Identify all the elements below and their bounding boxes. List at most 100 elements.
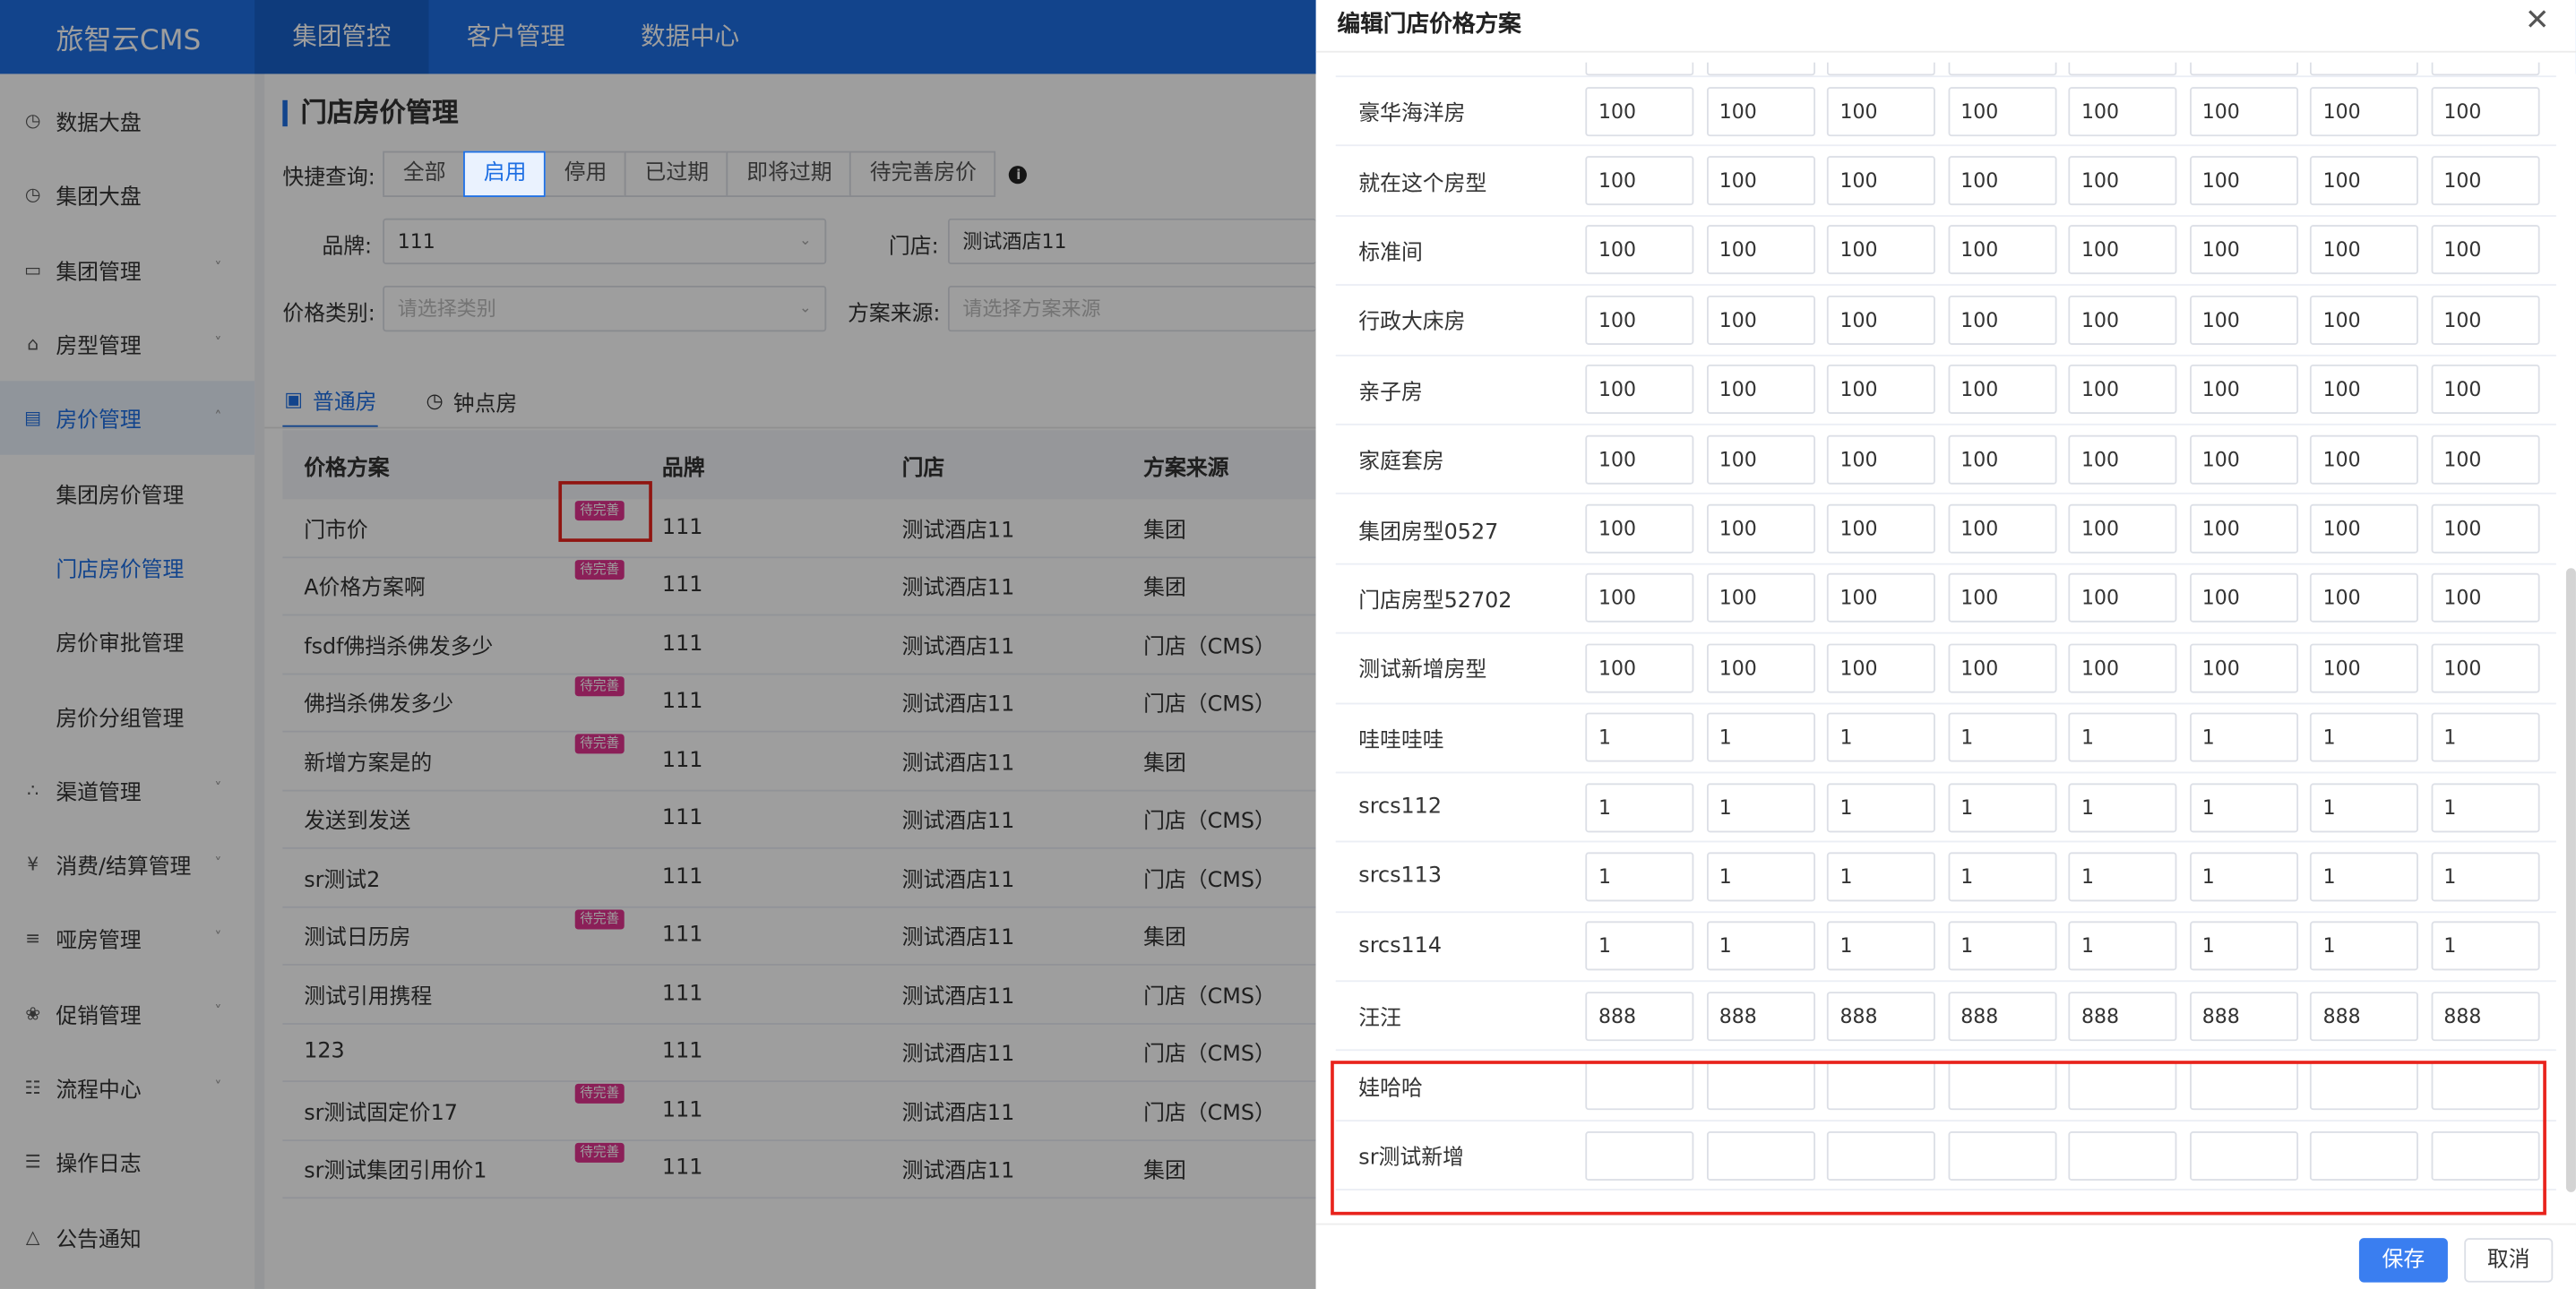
price-input[interactable]: 100 [2430,643,2539,693]
price-input[interactable]: 100 [2309,503,2418,554]
price-input[interactable]: 1 [2430,852,2539,902]
price-input[interactable]: 100 [2189,295,2298,345]
price-input[interactable]: 100 [2430,225,2539,275]
price-input[interactable]: 1 [2430,922,2539,972]
price-input[interactable]: 100 [2430,86,2539,136]
price-input[interactable]: 100 [1706,573,1815,623]
price-input[interactable]: 100 [1947,503,2056,554]
price-input[interactable]: 1 [1947,852,2056,902]
price-input[interactable]: 1 [1585,922,1694,972]
price-input[interactable]: 100 [1826,643,1935,693]
price-input[interactable]: 1 [1947,922,2056,972]
price-input[interactable]: 100 [1585,365,1694,415]
price-input[interactable]: 888 [2309,991,2418,1041]
price-input[interactable]: 1 [2189,712,2298,762]
price-input[interactable]: 888 [1947,991,2056,1041]
price-input[interactable] [2189,62,2298,76]
price-input[interactable]: 1 [2068,852,2177,902]
price-input[interactable]: 100 [1706,295,1815,345]
price-input[interactable]: 1 [1947,782,2056,832]
price-input[interactable]: 100 [1826,225,1935,275]
price-input[interactable]: 100 [1947,434,2056,485]
price-input[interactable]: 100 [1826,573,1935,623]
price-input[interactable]: 1 [1706,712,1815,762]
price-input[interactable]: 100 [1585,573,1694,623]
price-input[interactable]: 1 [2309,922,2418,972]
cancel-button[interactable]: 取消 [2464,1238,2554,1283]
price-input[interactable]: 1 [1585,852,1694,902]
price-input[interactable]: 100 [2430,434,2539,485]
price-input[interactable]: 1 [2430,712,2539,762]
price-input[interactable]: 100 [1706,156,1815,206]
price-input[interactable]: 100 [2068,643,2177,693]
price-input[interactable]: 100 [1826,295,1935,345]
price-input[interactable]: 100 [1585,503,1694,554]
price-input[interactable] [1947,62,2056,76]
price-input[interactable]: 1 [2068,782,2177,832]
price-input[interactable] [2430,62,2539,76]
price-input[interactable]: 100 [2309,295,2418,345]
price-input[interactable]: 1 [1826,782,1935,832]
close-icon[interactable]: ✕ [2525,4,2550,38]
price-input[interactable]: 100 [1947,225,2056,275]
price-input[interactable]: 888 [2068,991,2177,1041]
price-input[interactable]: 100 [2189,573,2298,623]
price-input[interactable]: 100 [2189,86,2298,136]
price-input[interactable]: 1 [2309,852,2418,902]
price-input[interactable]: 100 [1826,156,1935,206]
price-input[interactable]: 100 [1585,295,1694,345]
price-input[interactable]: 100 [1706,225,1815,275]
price-input[interactable]: 100 [1947,156,2056,206]
price-input[interactable]: 100 [2430,365,2539,415]
price-input[interactable]: 1 [1706,852,1815,902]
save-button[interactable]: 保存 [2358,1238,2448,1283]
price-input[interactable]: 1 [1706,922,1815,972]
modal-overlay[interactable] [0,0,1316,1289]
price-input[interactable]: 100 [1947,365,2056,415]
price-input[interactable]: 100 [2068,225,2177,275]
price-input[interactable]: 100 [1706,434,1815,485]
price-input[interactable]: 100 [1947,573,2056,623]
price-input[interactable]: 100 [2309,156,2418,206]
price-input[interactable]: 100 [1706,503,1815,554]
price-input[interactable]: 100 [2068,434,2177,485]
price-input[interactable]: 1 [2430,782,2539,832]
price-input[interactable]: 100 [1585,643,1694,693]
price-input[interactable] [1585,62,1694,76]
price-input[interactable] [1706,62,1815,76]
price-input[interactable]: 100 [2309,434,2418,485]
price-input[interactable]: 100 [2068,365,2177,415]
price-input[interactable]: 100 [2189,643,2298,693]
price-input[interactable]: 888 [2430,991,2539,1041]
price-input[interactable] [2068,62,2177,76]
price-input[interactable]: 100 [2189,225,2298,275]
drawer-scrollbar[interactable] [2565,568,2576,1192]
price-input[interactable]: 1 [2189,922,2298,972]
price-input[interactable]: 100 [2309,643,2418,693]
price-input[interactable]: 100 [2430,503,2539,554]
price-input[interactable]: 100 [1826,503,1935,554]
price-input[interactable]: 100 [1706,365,1815,415]
price-input[interactable]: 100 [1826,434,1935,485]
price-input[interactable]: 100 [1826,86,1935,136]
price-input[interactable]: 1 [2189,852,2298,902]
price-input[interactable]: 1 [1826,852,1935,902]
price-input[interactable]: 888 [1826,991,1935,1041]
price-input[interactable]: 100 [1947,643,2056,693]
price-input[interactable]: 100 [1585,225,1694,275]
price-input[interactable]: 100 [2430,573,2539,623]
price-input[interactable]: 100 [1585,434,1694,485]
price-input[interactable]: 888 [1706,991,1815,1041]
price-input[interactable]: 1 [2309,712,2418,762]
price-input[interactable]: 1 [2309,782,2418,832]
price-input[interactable]: 100 [1947,295,2056,345]
price-input[interactable]: 100 [1585,156,1694,206]
price-input[interactable]: 100 [1585,86,1694,136]
price-input[interactable]: 100 [2430,295,2539,345]
price-input[interactable]: 100 [2309,86,2418,136]
price-input[interactable]: 1 [1585,782,1694,832]
price-input[interactable]: 100 [1706,643,1815,693]
price-input[interactable] [1826,62,1935,76]
price-input[interactable]: 100 [2068,86,2177,136]
price-input[interactable]: 100 [2189,365,2298,415]
